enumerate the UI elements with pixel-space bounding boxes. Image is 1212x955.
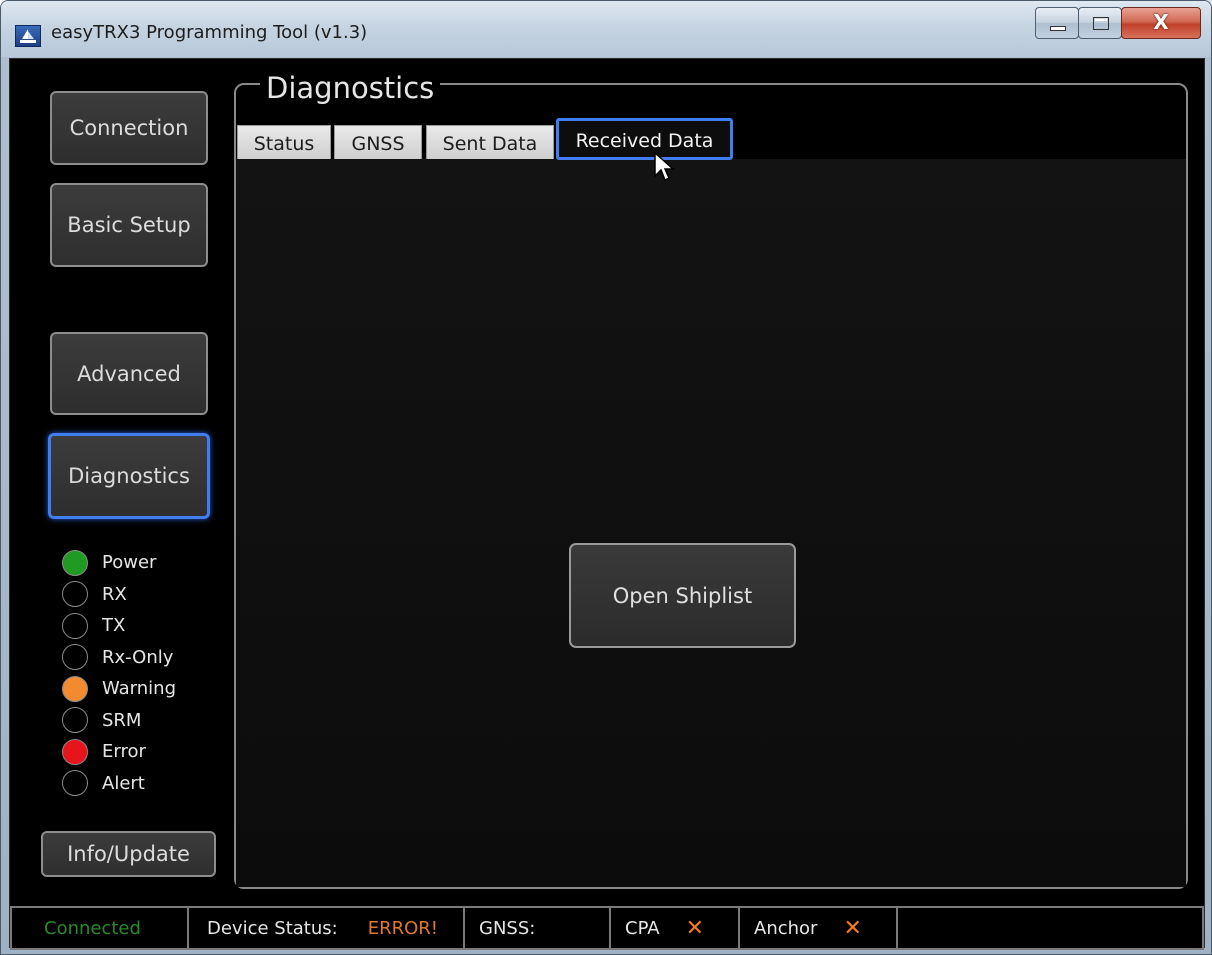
led-label: Rx-Only <box>102 646 174 668</box>
led-label: TX <box>102 615 126 637</box>
info-update-button[interactable]: Info/Update <box>41 831 216 877</box>
led-row-rx-only: Rx-Only <box>62 642 176 674</box>
close-button[interactable]: X <box>1121 7 1201 39</box>
tx-led-icon <box>62 612 88 639</box>
basic-setup-nav-button[interactable]: Basic Setup <box>50 183 208 267</box>
led-label: Warning <box>102 678 177 700</box>
cpa-x-icon: ✕ <box>685 915 705 941</box>
error-led-icon <box>62 738 88 765</box>
title-bar[interactable]: easyTRX3 Programming Tool (v1.3) X <box>1 1 1211 57</box>
power-led-icon <box>62 549 88 576</box>
received-data-panel <box>236 159 1186 887</box>
status-bar: Connected Device Status: ERROR! GNSS: CP… <box>10 906 1204 950</box>
rx-only-led-icon <box>62 644 88 671</box>
app-client-area: Connection Basic Setup Advanced Diagnost… <box>9 58 1205 950</box>
rx-led-icon <box>62 581 88 608</box>
led-label: SRM <box>102 709 142 731</box>
tab-status[interactable]: Status <box>237 125 331 159</box>
window-controls: X <box>1035 7 1201 41</box>
led-row-power: Power <box>62 547 176 579</box>
led-row-warning: Warning <box>62 673 176 705</box>
advanced-nav-button[interactable]: Advanced <box>50 332 208 415</box>
led-row-tx: TX <box>62 610 176 642</box>
connected-status: Connected <box>44 917 141 939</box>
led-label: Error <box>102 741 146 763</box>
led-row-rx: RX <box>62 579 176 611</box>
led-row-srm: SRM <box>62 705 176 737</box>
diagnostics-title: Diagnostics <box>260 71 441 105</box>
device-status-value: ERROR! <box>367 917 438 939</box>
app-icon <box>15 25 41 47</box>
device-status-label: Device Status: <box>207 917 338 939</box>
window-title: easyTRX3 Programming Tool (v1.3) <box>51 22 368 43</box>
cpa-status-cell: CPA ✕ <box>611 908 740 948</box>
mouse-cursor-icon <box>654 152 675 182</box>
led-label: Alert <box>102 772 145 794</box>
minimize-icon <box>1050 26 1066 31</box>
connection-nav-button[interactable]: Connection <box>50 91 208 165</box>
device-status-cell: Device Status: ERROR! <box>189 908 465 948</box>
diagnostics-nav-button[interactable]: Diagnostics <box>48 433 210 519</box>
led-label: Power <box>102 552 157 574</box>
open-shiplist-button[interactable]: Open Shiplist <box>569 543 796 648</box>
status-led-list: Power RX TX Rx-Only Warning SRM Error Al… <box>62 547 176 799</box>
led-row-alert: Alert <box>62 768 176 800</box>
cpa-label: CPA <box>625 917 660 939</box>
alert-led-icon <box>62 770 88 797</box>
minimize-button[interactable] <box>1035 7 1079 39</box>
close-icon: X <box>1153 10 1169 34</box>
srm-led-icon <box>62 707 88 734</box>
empty-status-cell <box>898 908 1202 948</box>
maximize-button[interactable] <box>1078 7 1122 39</box>
tab-sent-data[interactable]: Sent Data <box>426 125 554 159</box>
app-window: easyTRX3 Programming Tool (v1.3) X Conne… <box>0 0 1212 955</box>
connection-status-cell: Connected <box>12 908 189 948</box>
gnss-status-cell: GNSS: <box>465 908 611 948</box>
anchor-status-cell: Anchor ✕ <box>740 908 898 948</box>
led-row-error: Error <box>62 736 176 768</box>
gnss-status-label: GNSS: <box>479 917 536 939</box>
anchor-label: Anchor <box>754 917 818 939</box>
anchor-x-icon: ✕ <box>843 915 862 941</box>
maximize-icon <box>1093 17 1109 30</box>
tab-received-data[interactable]: Received Data <box>556 118 733 160</box>
warning-led-icon <box>62 675 88 702</box>
tab-gnss[interactable]: GNSS <box>334 125 422 159</box>
led-label: RX <box>102 583 127 605</box>
